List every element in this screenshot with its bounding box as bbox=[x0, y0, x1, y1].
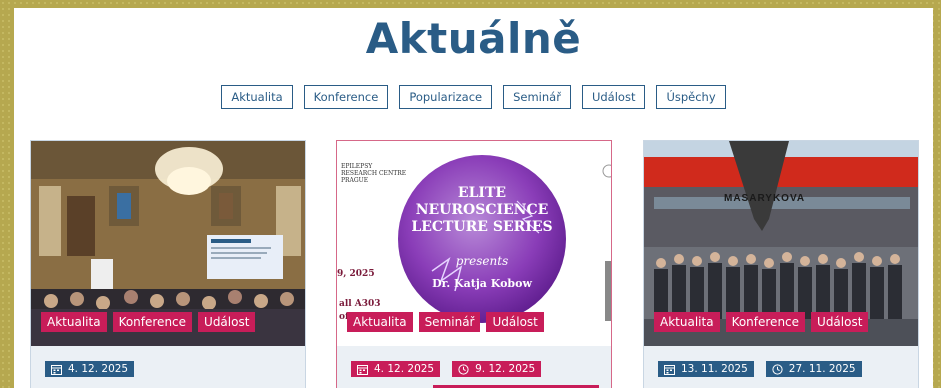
building-sign: MASARYKOVA bbox=[724, 193, 806, 204]
news-card-3[interactable]: MASARYKOVA Aktualita Konference Událost … bbox=[643, 140, 919, 388]
clock-icon bbox=[458, 363, 469, 375]
tag-udalost[interactable]: Událost bbox=[198, 312, 256, 332]
calendar-icon bbox=[357, 364, 368, 375]
category-filters: Aktualita Konference Popularizace Seminá… bbox=[14, 85, 933, 109]
date-end: 9. 12. 2025 bbox=[475, 363, 536, 375]
page-title: Aktuálně bbox=[365, 14, 582, 63]
poster-org-line3: PRAGUE bbox=[341, 177, 369, 184]
tag-aktualita[interactable]: Aktualita bbox=[654, 312, 720, 332]
news-card-2[interactable]: EPILEPSY RESEARCH CENTRE PRAGUE ELITE NE… bbox=[336, 140, 612, 388]
date-start: 4. 12. 2025 bbox=[68, 363, 129, 375]
clock-icon bbox=[772, 363, 783, 375]
filter-konference[interactable]: Konference bbox=[303, 85, 389, 109]
filter-udalost[interactable]: Událost bbox=[581, 85, 646, 109]
tag-udalost[interactable]: Událost bbox=[486, 312, 544, 332]
date-start: 4. 12. 2025 bbox=[374, 363, 435, 375]
card-1-footer: 4. 12. 2025 bbox=[31, 346, 305, 388]
tag-konference[interactable]: Konference bbox=[725, 312, 806, 332]
tag-konference[interactable]: Konference bbox=[112, 312, 193, 332]
poster-presents: presents bbox=[455, 254, 509, 268]
poster-title-line1: ELITE bbox=[457, 185, 507, 201]
card-2-tags: Aktualita Seminář Událost bbox=[347, 312, 544, 332]
news-section: Aktuálně Aktualita Konference Populariza… bbox=[14, 8, 933, 388]
filter-uspechy[interactable]: Úspěchy bbox=[656, 85, 726, 109]
date-badge: 4. 12. 2025 bbox=[45, 361, 135, 377]
filter-seminar[interactable]: Seminář bbox=[503, 85, 571, 109]
date-badge-end: 27. 11. 2025 bbox=[765, 361, 862, 377]
poster-date-fragment: 9, 2025 bbox=[337, 269, 375, 279]
poster-org-line2: RESEARCH CENTRE bbox=[341, 170, 407, 177]
tag-aktualita[interactable]: Aktualita bbox=[347, 312, 413, 332]
card-3-tags: Aktualita Konference Událost bbox=[654, 312, 869, 332]
calendar-icon bbox=[664, 364, 675, 375]
poster-hall-fragment: all A303 bbox=[339, 299, 381, 309]
tag-udalost[interactable]: Událost bbox=[811, 312, 869, 332]
date-badge-end: 9. 12. 2025 bbox=[452, 361, 542, 377]
filter-aktualita[interactable]: Aktualita bbox=[221, 85, 293, 109]
date-badge-start: 4. 12. 2025 bbox=[351, 361, 441, 377]
date-badge-start: 13. 11. 2025 bbox=[658, 361, 754, 377]
card-3-footer: 13. 11. 2025 27. 11. 2025 bbox=[644, 346, 918, 388]
filter-popularizace[interactable]: Popularizace bbox=[399, 85, 493, 109]
calendar-icon bbox=[51, 364, 62, 375]
date-end: 27. 11. 2025 bbox=[788, 363, 856, 375]
date-start: 13. 11. 2025 bbox=[681, 363, 748, 375]
poster-speaker: Dr. Katja Kobow bbox=[432, 277, 532, 290]
card-1-tags: Aktualita Konference Událost bbox=[41, 312, 256, 332]
news-card-1[interactable]: Aktualita Konference Událost 4. 12. 2025 bbox=[30, 140, 306, 388]
poster-org-line1: EPILEPSY bbox=[341, 163, 373, 170]
poster-title-line2: NEUROSCIENCE bbox=[415, 202, 549, 218]
tag-aktualita[interactable]: Aktualita bbox=[41, 312, 107, 332]
tag-seminar[interactable]: Seminář bbox=[418, 312, 481, 332]
poster-title-line3: LECTURE SERIES bbox=[411, 219, 553, 235]
card-2-footer: 4. 12. 2025 9. 12. 2025 bbox=[337, 346, 611, 388]
